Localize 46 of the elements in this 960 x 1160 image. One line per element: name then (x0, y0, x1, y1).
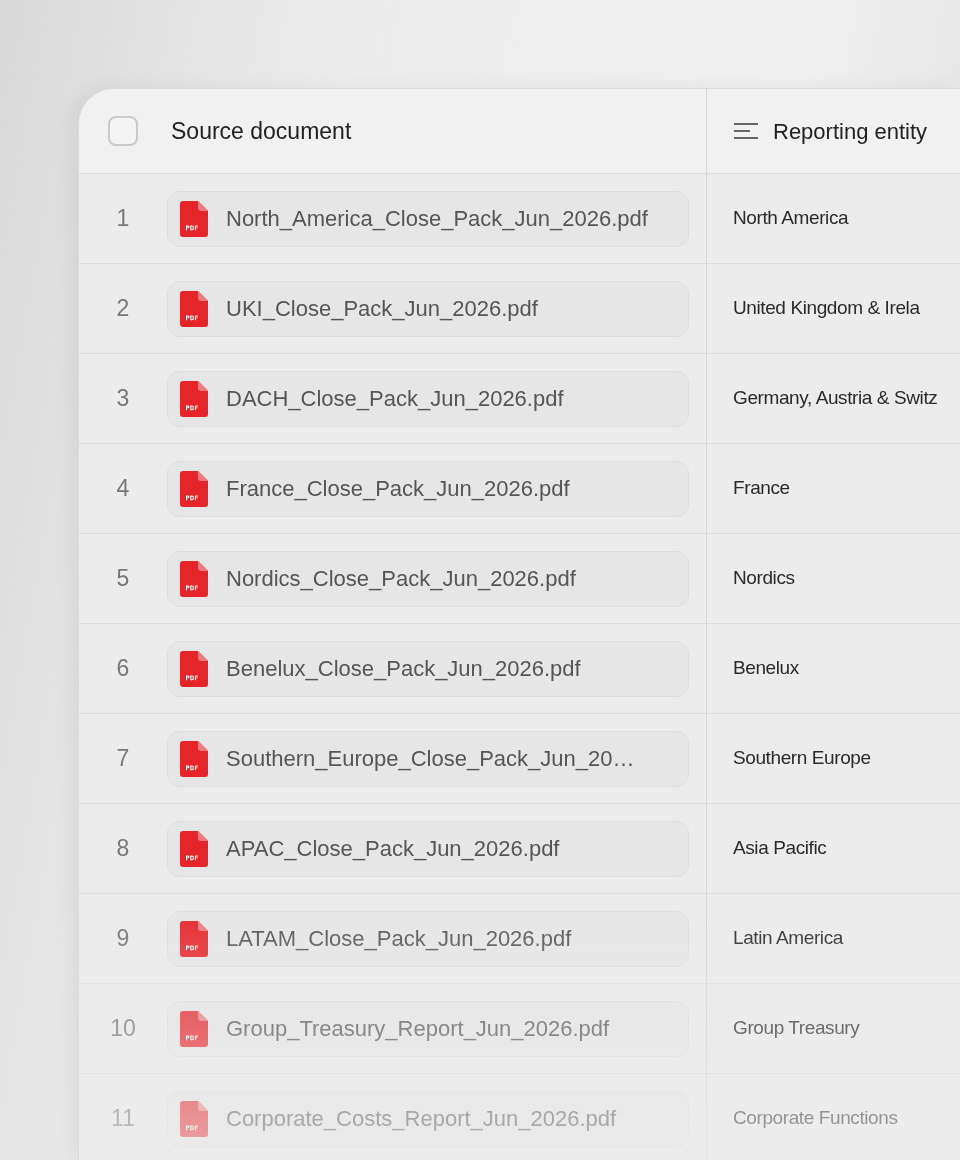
row-number: 11 (111, 1104, 135, 1134)
row-number: 4 (116, 474, 130, 504)
entity-text: Germany, Austria & Switz (733, 386, 938, 411)
row-number: 8 (116, 834, 130, 864)
entity-text: Group Treasury (733, 1016, 860, 1041)
select-all-checkbox[interactable] (108, 116, 138, 146)
file-chip[interactable]: Benelux_Close_Pack_Jun_2026.pdf (167, 640, 689, 697)
pdf-file-icon (180, 920, 208, 957)
entity-text: United Kingdom & Irela (733, 296, 920, 321)
pdf-file-icon (180, 740, 208, 777)
row-number: 2 (116, 294, 130, 324)
entity-text: France (733, 476, 790, 501)
pdf-file-icon (180, 290, 208, 327)
entity-text: North America (733, 206, 849, 231)
row-number: 6 (116, 654, 130, 684)
row-number: 9 (116, 924, 130, 954)
file-chip[interactable]: DACH_Close_Pack_Jun_2026.pdf (167, 370, 689, 427)
row-number: 1 (116, 204, 130, 234)
file-chip[interactable]: APAC_Close_Pack_Jun_2026.pdf (167, 820, 689, 877)
entity-text: Southern Europe (733, 746, 871, 771)
pdf-file-icon (180, 560, 208, 597)
sort-icon[interactable] (733, 122, 759, 140)
row-number: 10 (110, 1014, 136, 1044)
column-header: Reporting entity (773, 117, 928, 146)
file-chip[interactable]: Southern_Europe_Close_Pack_Jun_20… (167, 730, 689, 787)
entity-text: Latin America (733, 926, 843, 951)
entity-text: Nordics (733, 566, 795, 591)
pdf-file-icon (180, 380, 208, 417)
pdf-file-icon (180, 830, 208, 867)
pdf-file-icon (180, 1100, 208, 1137)
row-number: 3 (116, 384, 130, 414)
file-chip[interactable]: UKI_Close_Pack_Jun_2026.pdf (167, 280, 689, 337)
row-number: 5 (116, 564, 130, 594)
file-chip[interactable]: France_Close_Pack_Jun_2026.pdf (167, 460, 689, 517)
pdf-file-icon (180, 200, 208, 237)
file-chip[interactable]: Nordics_Close_Pack_Jun_2026.pdf (167, 550, 689, 607)
pdf-file-icon (180, 650, 208, 687)
column-header: Source document (170, 116, 352, 146)
entity-text: Asia Pacific (733, 836, 827, 861)
entity-text: Benelux (733, 656, 799, 681)
pdf-file-icon (180, 1010, 208, 1047)
entity-text: Corporate Functions (733, 1106, 898, 1131)
file-chip[interactable]: North_America_Close_Pack_Jun_2026.pdf (167, 190, 689, 247)
pdf-file-icon (180, 470, 208, 507)
row-number: 7 (116, 744, 130, 774)
file-chip[interactable]: LATAM_Close_Pack_Jun_2026.pdf (167, 910, 689, 967)
